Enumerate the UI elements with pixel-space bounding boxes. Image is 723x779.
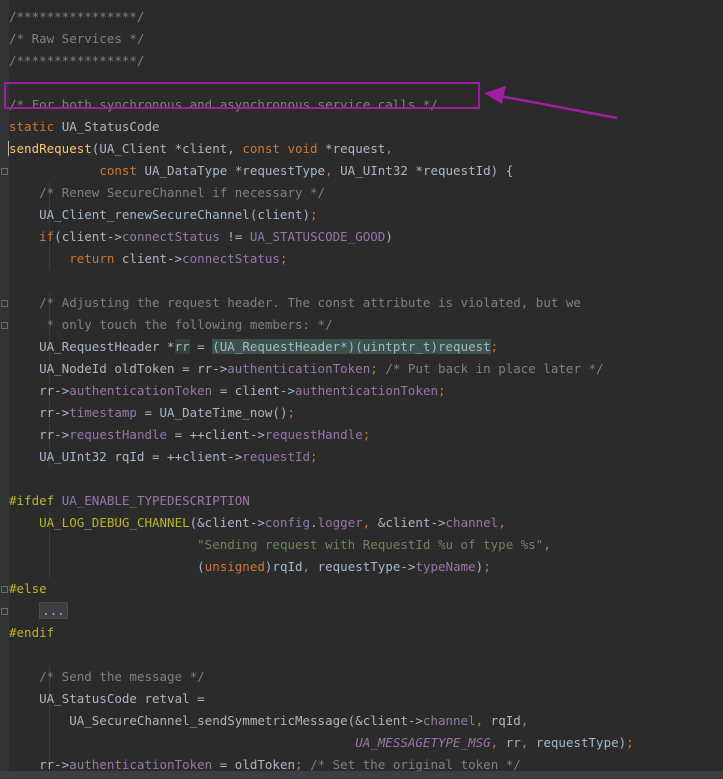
editor-horizontal-scrollbar[interactable] [0,771,723,779]
code-editor[interactable]: /****************//* Raw Services *//***… [0,0,723,779]
annotation-arrow-icon [484,86,618,120]
